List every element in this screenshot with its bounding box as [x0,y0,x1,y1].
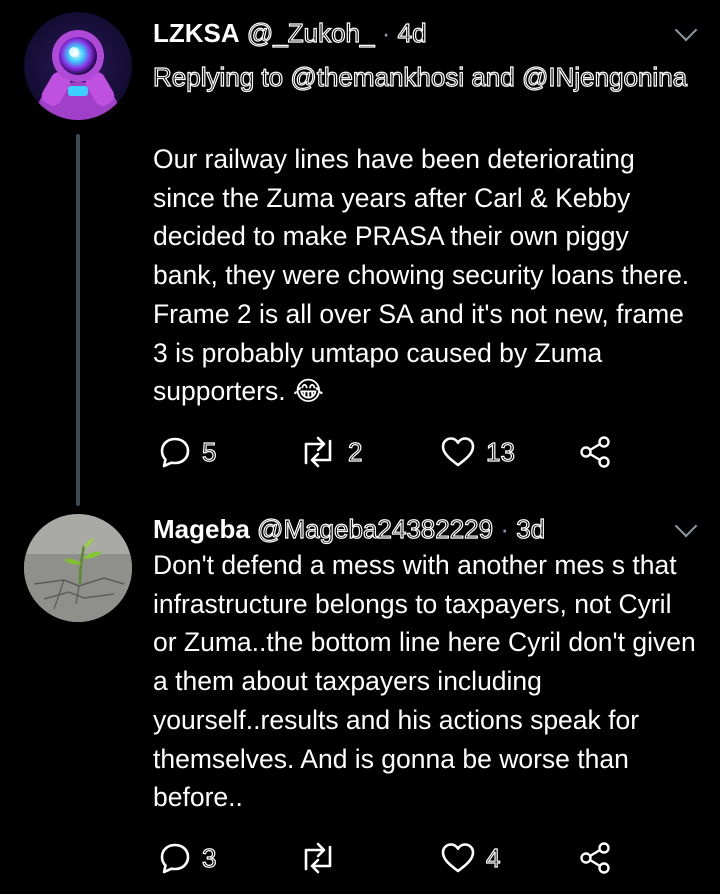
separator: · [381,18,391,48]
replying-to: Replying to @themankhosi and @INjengonin… [152,58,693,96]
thread-line [76,134,80,506]
plant-avatar-image [24,514,132,622]
tweet-header: LZKSA @_Zukoh_ · 4d [153,16,427,50]
user-handle[interactable]: @Mageba24382229 [256,513,493,544]
astronaut-avatar-image [24,12,132,120]
heart-icon [441,437,475,467]
retweet-count: 2 [347,436,363,467]
tweet[interactable]: Mageba @Mageba24382229 · 3d Don't defend… [0,500,720,894]
reply-button[interactable]: 3 [158,838,217,878]
reply-button[interactable]: 5 [158,432,217,472]
tweet-text: Our railway lines have been deterioratin… [153,144,690,407]
like-button[interactable]: 4 [440,838,501,878]
like-button[interactable]: 13 [440,432,516,472]
chevron-down-icon[interactable] [674,514,698,538]
like-count: 13 [485,436,515,467]
retweet-button[interactable]: 2 [298,432,363,472]
share-icon [580,842,610,874]
share-button[interactable] [578,838,612,878]
display-name[interactable]: Mageba [153,514,250,544]
retweet-button[interactable] [298,838,348,878]
retweet-icon [304,842,332,874]
tweet-text: Don't defend a mess with another mes s t… [153,550,696,813]
reply-icon [160,437,190,468]
timestamp[interactable]: 3d [516,513,546,544]
share-button[interactable] [578,432,612,472]
tweet-actions: 5 2 13 [153,432,673,472]
replying-prefix: Replying to [152,61,284,92]
tweet[interactable]: LZKSA @_Zukoh_ · 4d Replying to @themank… [0,0,720,506]
separator: · [500,514,509,544]
tweet-header: Mageba @Mageba24382229 · 3d [153,512,546,546]
like-count: 4 [485,842,501,873]
replying-to-handles[interactable]: @themankhosi and @INjengonina [290,61,688,92]
heart-icon [441,843,475,873]
share-icon [580,436,610,468]
user-handle[interactable]: @_Zukoh_ [246,17,375,48]
reply-count: 5 [201,436,217,467]
display-name[interactable]: LZKSA [153,18,240,48]
reply-icon [160,843,190,874]
avatar[interactable] [24,514,132,622]
avatar[interactable] [24,12,132,120]
reply-count: 3 [201,842,217,873]
timestamp[interactable]: 4d [397,17,427,48]
chevron-down-icon[interactable] [674,18,698,42]
retweet-icon [304,436,332,468]
tweet-actions: 3 4 [153,838,673,878]
